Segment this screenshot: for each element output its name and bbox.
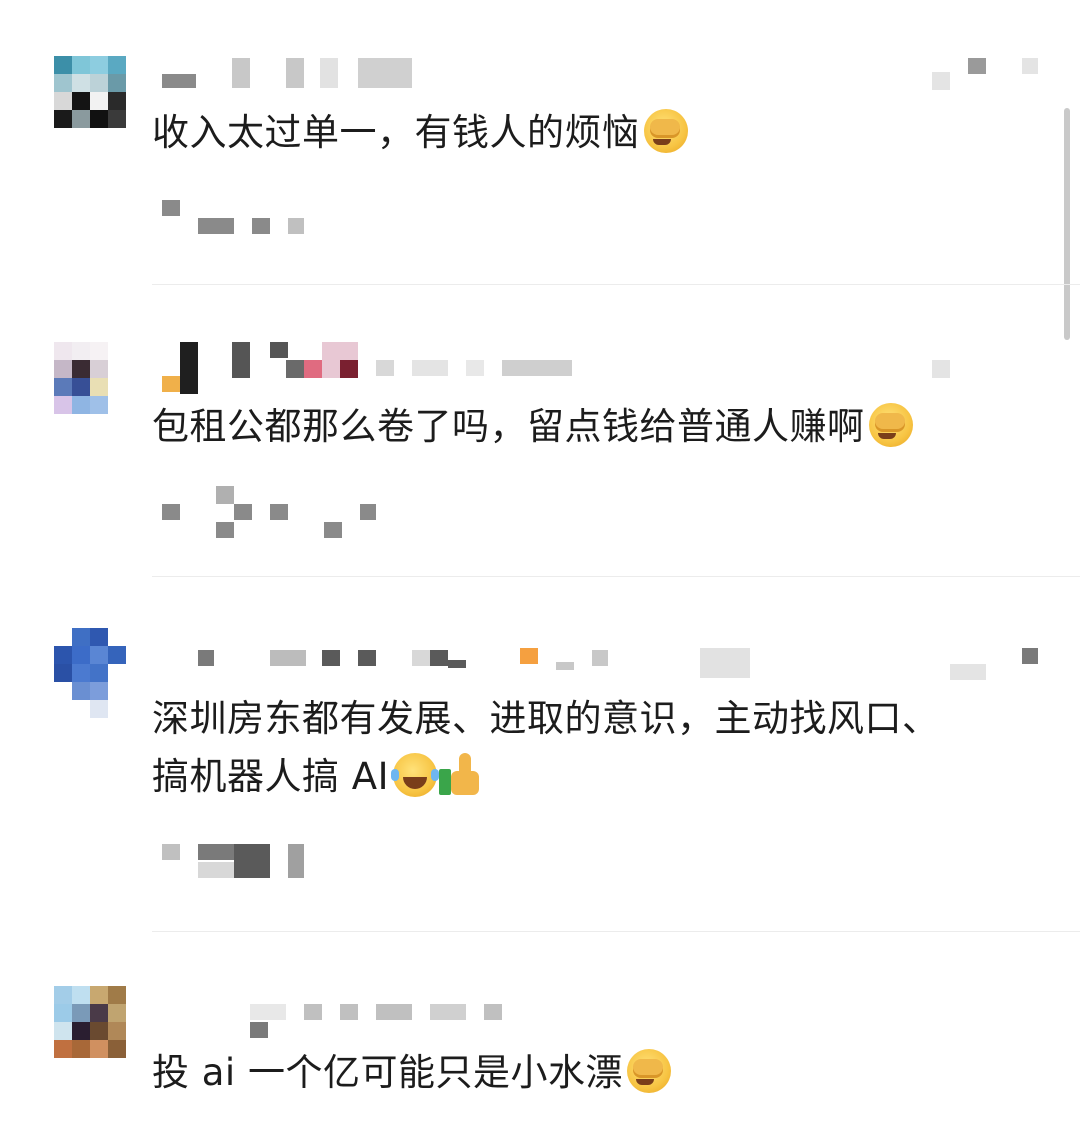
comment-text: 投 ai 一个亿可能只是小水漂 <box>152 1044 671 1102</box>
avatar[interactable] <box>54 986 126 1058</box>
comment-text-content: 投 ai 一个亿可能只是小水漂 <box>152 1051 623 1094</box>
comment-item: 投 ai 一个亿可能只是小水漂 <box>0 0 1080 1129</box>
facepalm-emoji-icon <box>626 1049 671 1093</box>
